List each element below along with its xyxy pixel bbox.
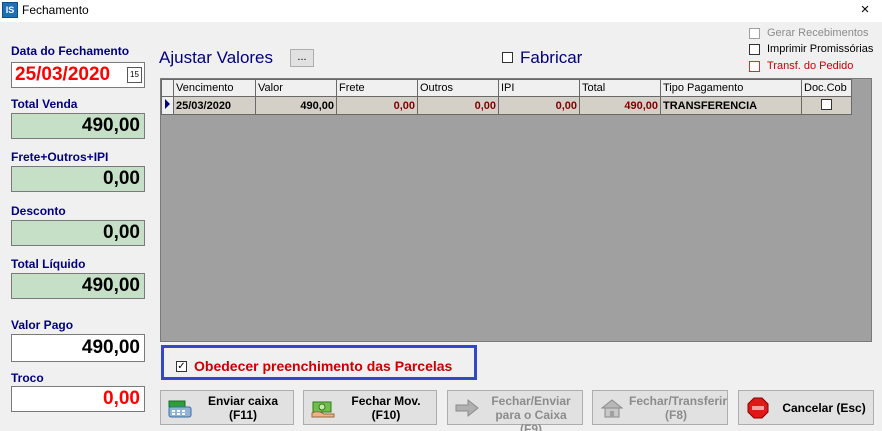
window-title: Fechamento: [22, 3, 89, 17]
data-fechamento-field[interactable]: 25/03/2020 15: [11, 62, 145, 88]
total-venda-field: 490,00: [11, 113, 145, 139]
cancelar-label: Cancelar (Esc): [782, 401, 866, 415]
total-liquido-label: Total Líquido: [11, 257, 86, 271]
col-doc-cob[interactable]: Doc.Cob: [801, 79, 852, 97]
cash-register-icon: [168, 400, 192, 418]
fabricar-checkbox[interactable]: [502, 52, 513, 63]
valor-pago-label: Valor Pago: [11, 318, 74, 332]
total-venda-label: Total Venda: [11, 97, 78, 111]
ajustar-valores-button[interactable]: ...: [290, 49, 314, 67]
fechar-mov-button[interactable]: Fechar Mov. (F10): [303, 390, 437, 425]
cell-total[interactable]: 490,00: [579, 96, 661, 115]
enviar-caixa-button[interactable]: Enviar caixa (F11): [160, 390, 294, 425]
col-total[interactable]: Total: [579, 79, 661, 97]
cell-vencimento[interactable]: 25/03/2020: [173, 96, 256, 115]
fabricar-label: Fabricar: [520, 48, 583, 67]
enviar-caixa-label: Enviar caixa (F11): [207, 394, 279, 422]
cell-outros[interactable]: 0,00: [417, 96, 499, 115]
parcelas-grid[interactable]: Vencimento Valor Frete Outros IPI Total …: [160, 78, 872, 342]
calendar-icon[interactable]: 15: [127, 67, 142, 83]
ajustar-valores-label: Ajustar Valores: [159, 48, 274, 67]
frete-field: 0,00: [11, 166, 145, 192]
table-row[interactable]: 25/03/2020 490,00 0,00 0,00 0,00 490,00 …: [161, 96, 852, 115]
transf-pedido-label: Transf. do Pedido: [767, 60, 854, 72]
cell-valor[interactable]: 490,00: [255, 96, 337, 115]
obedecer-parcelas-checkbox[interactable]: ✓: [176, 361, 187, 372]
imprimir-promissorias-checkbox[interactable]: [749, 44, 760, 55]
title-bar: IS Fechamento ×: [0, 0, 882, 22]
col-tipo-pagamento[interactable]: Tipo Pagamento: [660, 79, 802, 97]
house-icon: [600, 399, 624, 418]
col-valor[interactable]: Valor: [255, 79, 337, 97]
imprimir-promissorias-label: Imprimir Promissórias: [767, 43, 874, 55]
cell-frete[interactable]: 0,00: [336, 96, 418, 115]
stop-icon: [747, 397, 769, 419]
fechar-enviar-button[interactable]: Fechar/Enviar para o Caixa (F9): [447, 390, 583, 431]
gerar-recebimentos-checkbox[interactable]: [749, 28, 760, 39]
fechar-transferir-button[interactable]: Fechar/Transferir (F8): [592, 390, 728, 425]
gerar-recebimentos-label: Gerar Recebimentos: [767, 27, 869, 39]
cancelar-button[interactable]: Cancelar (Esc): [738, 390, 874, 425]
col-frete[interactable]: Frete: [336, 79, 418, 97]
troco-label: Troco: [11, 371, 44, 385]
cell-doc-cob[interactable]: [801, 96, 852, 115]
fechar-enviar-label: Fechar/Enviar para o Caixa (F9): [491, 394, 571, 431]
desconto-label: Desconto: [11, 204, 66, 218]
col-outros[interactable]: Outros: [417, 79, 499, 97]
arrow-right-icon: [455, 398, 479, 418]
fechar-transferir-label: Fechar/Transferir (F8): [629, 394, 728, 422]
money-hand-icon: [311, 401, 335, 418]
col-vencimento[interactable]: Vencimento: [173, 79, 256, 97]
total-liquido-field: 490,00: [11, 273, 145, 299]
col-ipi[interactable]: IPI: [498, 79, 580, 97]
frete-label: Frete+Outros+IPI: [11, 150, 109, 164]
cell-ipi[interactable]: 0,00: [498, 96, 580, 115]
row-indicator-icon: [161, 96, 174, 115]
app-icon: IS: [2, 2, 18, 18]
close-icon[interactable]: ×: [856, 1, 874, 18]
cell-tipo-pagamento[interactable]: TRANSFERENCIA: [660, 96, 802, 115]
data-fechamento-value: 25/03/2020: [15, 64, 111, 85]
obedecer-parcelas-label: Obedecer preenchimento das Parcelas: [194, 358, 453, 374]
desconto-field: 0,00: [11, 220, 145, 246]
transf-pedido-checkbox[interactable]: [749, 61, 760, 72]
obedecer-parcelas-option[interactable]: ✓ Obedecer preenchimento das Parcelas: [161, 345, 477, 380]
valor-pago-field[interactable]: 490,00: [11, 334, 145, 362]
fechar-mov-label: Fechar Mov. (F10): [351, 394, 421, 422]
troco-field: 0,00: [11, 386, 145, 412]
doc-cob-checkbox[interactable]: [821, 98, 832, 110]
data-fechamento-label: Data do Fechamento: [11, 44, 130, 58]
grid-header-row: Vencimento Valor Frete Outros IPI Total …: [161, 79, 852, 97]
grid-corner: [161, 79, 174, 97]
